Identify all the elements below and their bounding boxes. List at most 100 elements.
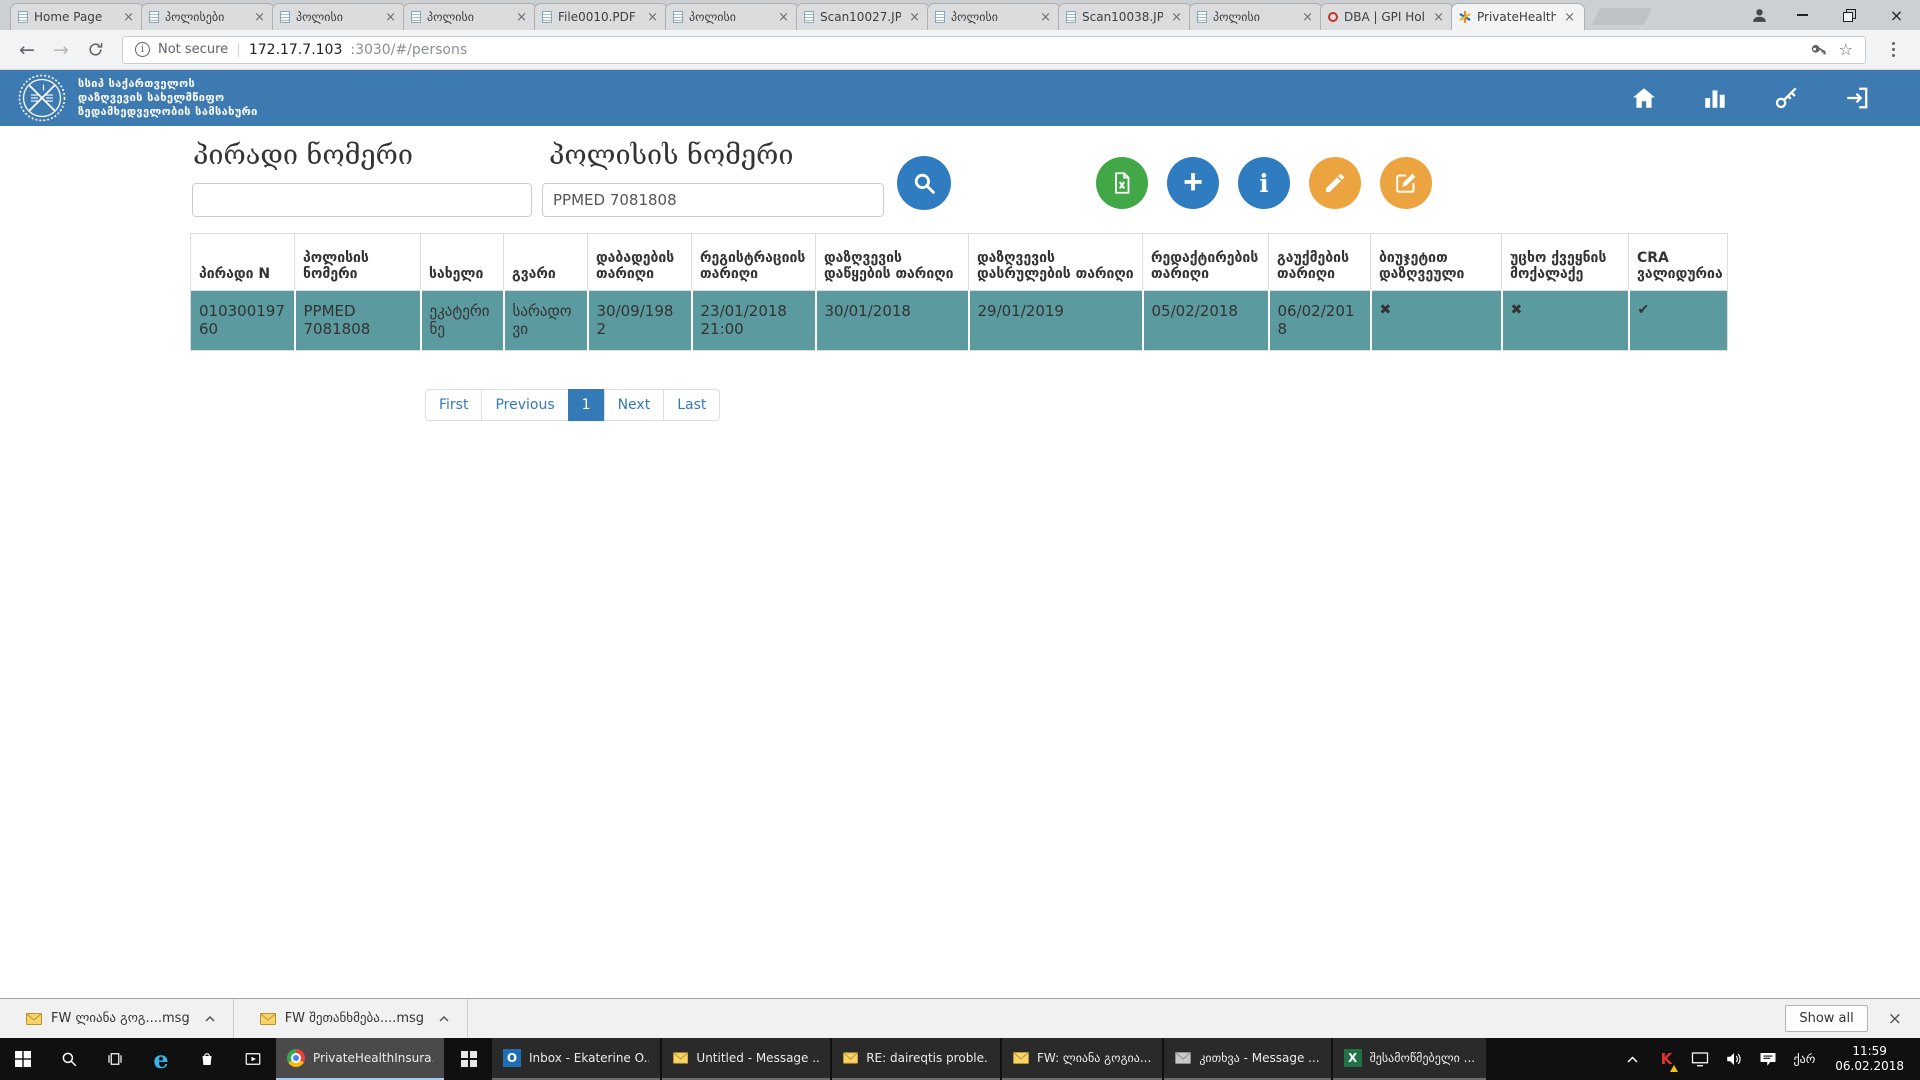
show-all-button[interactable]: Show all <box>1785 1005 1867 1032</box>
personal-number-input[interactable] <box>192 183 532 217</box>
taskbar-app-message-2[interactable]: RE: daireqtis proble... <box>832 1038 1000 1080</box>
screen: Home Page × პოლისები × პოლისი × პოლისი ×… <box>0 0 1920 1080</box>
close-icon[interactable]: × <box>1300 10 1315 25</box>
taskbar-clock[interactable]: 11:59 06.02.2018 <box>1825 1044 1914 1074</box>
chevron-up-icon[interactable] <box>205 1011 215 1026</box>
password-key-icon[interactable] <box>1810 41 1827 58</box>
taskbar-app-chrome[interactable]: PrivateHealthInsura... <box>276 1038 444 1080</box>
close-icon[interactable]: × <box>1562 10 1577 25</box>
start-button[interactable] <box>0 1038 46 1080</box>
logout-icon[interactable] <box>1844 85 1870 111</box>
org-line-1: სსიპ საქართველოს <box>78 77 258 91</box>
pagination-next[interactable]: Next <box>604 389 665 421</box>
envelope-icon <box>673 1052 688 1064</box>
close-icon[interactable]: × <box>514 10 529 25</box>
close-icon[interactable]: × <box>1038 10 1053 25</box>
search-button[interactable] <box>897 156 951 210</box>
pagination-previous[interactable]: Previous <box>481 389 568 421</box>
close-icon[interactable]: × <box>121 10 136 25</box>
restore-button[interactable] <box>1826 0 1873 30</box>
pagination-first[interactable]: First <box>425 389 482 421</box>
cell-policy-number: PPMED 7081808 <box>295 291 421 351</box>
task-view-button[interactable] <box>92 1038 138 1080</box>
tray-chevron-up-icon[interactable] <box>1617 1038 1647 1080</box>
tab-polisi-4[interactable]: პოლისი × <box>927 3 1061 30</box>
close-icon[interactable]: × <box>1169 10 1184 25</box>
edge-button[interactable]: e <box>138 1038 184 1080</box>
policy-number-input[interactable] <box>542 183 884 217</box>
taskbar-app-label: კითხვა - Message ... <box>1199 1051 1319 1065</box>
col-foreign-citizen: უცხო ქვეყნის მოქალაქე <box>1502 234 1629 291</box>
volume-icon[interactable] <box>1719 1038 1749 1080</box>
home-icon[interactable] <box>1631 85 1657 111</box>
taskbar-app-message-4[interactable]: კითხვა - Message ... <box>1164 1038 1330 1080</box>
asterisk-icon <box>1459 11 1471 23</box>
minimize-button[interactable] <box>1779 0 1826 30</box>
close-icon[interactable]: × <box>252 10 267 25</box>
cell-foreign-citizen-x: ✖ <box>1502 291 1629 351</box>
app-grid-icon <box>461 1051 477 1067</box>
taskbar-search-button[interactable] <box>46 1038 92 1080</box>
key-icon[interactable] <box>1773 85 1799 111</box>
forward-icon[interactable]: → <box>44 39 78 61</box>
close-icon[interactable]: × <box>645 10 660 25</box>
tab-scan10027[interactable]: Scan10027.JPG × <box>796 3 930 30</box>
page-info-icon[interactable]: i <box>135 42 150 57</box>
tab-polisi-5[interactable]: პოლისი × <box>1189 3 1323 30</box>
taskbar-app-outlook[interactable]: O Inbox - Ekaterine O... <box>492 1038 660 1080</box>
tab-home-page[interactable]: Home Page × <box>10 3 144 30</box>
tab-private-health-active[interactable]: PrivateHealthIn × <box>1451 3 1585 30</box>
taskbar-app-message-1[interactable]: Untitled - Message ... <box>662 1038 830 1080</box>
envelope-icon <box>843 1052 858 1064</box>
network-icon[interactable] <box>1685 1038 1715 1080</box>
tab-label: პოლისი <box>427 10 508 24</box>
chart-icon[interactable] <box>1702 85 1728 111</box>
add-button[interactable]: + <box>1167 157 1219 209</box>
window-close-button[interactable]: × <box>1873 0 1920 30</box>
close-icon[interactable]: × <box>1431 10 1446 25</box>
pagination-page-1[interactable]: 1 <box>568 389 605 421</box>
media-player-button[interactable] <box>230 1038 276 1080</box>
browser-menu-icon[interactable] <box>1876 42 1910 57</box>
info-button[interactable]: i <box>1238 157 1290 209</box>
close-icon[interactable]: × <box>907 10 922 25</box>
download-item-2[interactable]: FW შეთანხმება....msg <box>234 999 468 1038</box>
new-tab-button[interactable] <box>1591 8 1652 25</box>
app-grid-button[interactable] <box>446 1038 492 1080</box>
table-header-row: პირადი N პოლისის ნომერი სახელი გვარი დაბ… <box>191 234 1728 291</box>
notification-icon[interactable] <box>1753 1038 1783 1080</box>
export-excel-button[interactable] <box>1096 157 1148 209</box>
download-bar-close-icon[interactable]: × <box>1888 1009 1902 1029</box>
tab-polisi-3[interactable]: პოლისი × <box>665 3 799 30</box>
taskbar-app-excel[interactable]: X შესამოწმებელი ... <box>1333 1038 1487 1080</box>
close-icon[interactable]: × <box>776 10 791 25</box>
page-icon <box>1066 11 1076 23</box>
download-item-1[interactable]: FW ლიანა გოგ....msg <box>0 999 234 1038</box>
excel-icon: X <box>1344 1049 1362 1067</box>
browser-profile-icon[interactable] <box>1739 0 1779 30</box>
edit-form-button[interactable] <box>1380 157 1432 209</box>
taskbar: e PrivateHealthInsura... O Inbox - Ekate… <box>0 1038 1920 1080</box>
taskbar-app-message-3[interactable]: FW: ლიანა გოგია... <box>1002 1038 1162 1080</box>
kaspersky-icon[interactable]: K <box>1651 1038 1681 1080</box>
table-row[interactable]: 01030019760 PPMED 7081808 ეკატერინე სარა… <box>191 291 1728 351</box>
edit-button[interactable] <box>1309 157 1361 209</box>
language-indicator[interactable]: ქარ <box>1787 1052 1821 1066</box>
chevron-up-icon[interactable] <box>439 1011 449 1026</box>
policy-number-label: პოლისის ნომერი <box>549 140 793 171</box>
tab-polisi-2[interactable]: პოლისი × <box>403 3 537 30</box>
tab-scan10038[interactable]: Scan10038.JPG × <box>1058 3 1192 30</box>
address-bar[interactable]: i Not secure | 172.17.7.103 :3030/#/pers… <box>122 36 1866 64</box>
page-icon <box>411 11 421 23</box>
bookmark-star-icon[interactable]: ☆ <box>1839 40 1853 59</box>
media-player-icon <box>244 1050 262 1068</box>
tab-polisi-1[interactable]: პოლისი × <box>272 3 406 30</box>
back-icon[interactable]: ← <box>10 39 44 61</box>
tab-polisebi[interactable]: პოლისები × <box>141 3 275 30</box>
tab-dba-gpi[interactable]: DBA | GPI Hold × <box>1320 3 1454 30</box>
reload-icon[interactable] <box>78 41 112 58</box>
close-icon[interactable]: × <box>383 10 398 25</box>
tab-file0010-pdf[interactable]: File0010.PDF × <box>534 3 668 30</box>
store-button[interactable] <box>184 1038 230 1080</box>
pagination-last[interactable]: Last <box>663 389 720 421</box>
